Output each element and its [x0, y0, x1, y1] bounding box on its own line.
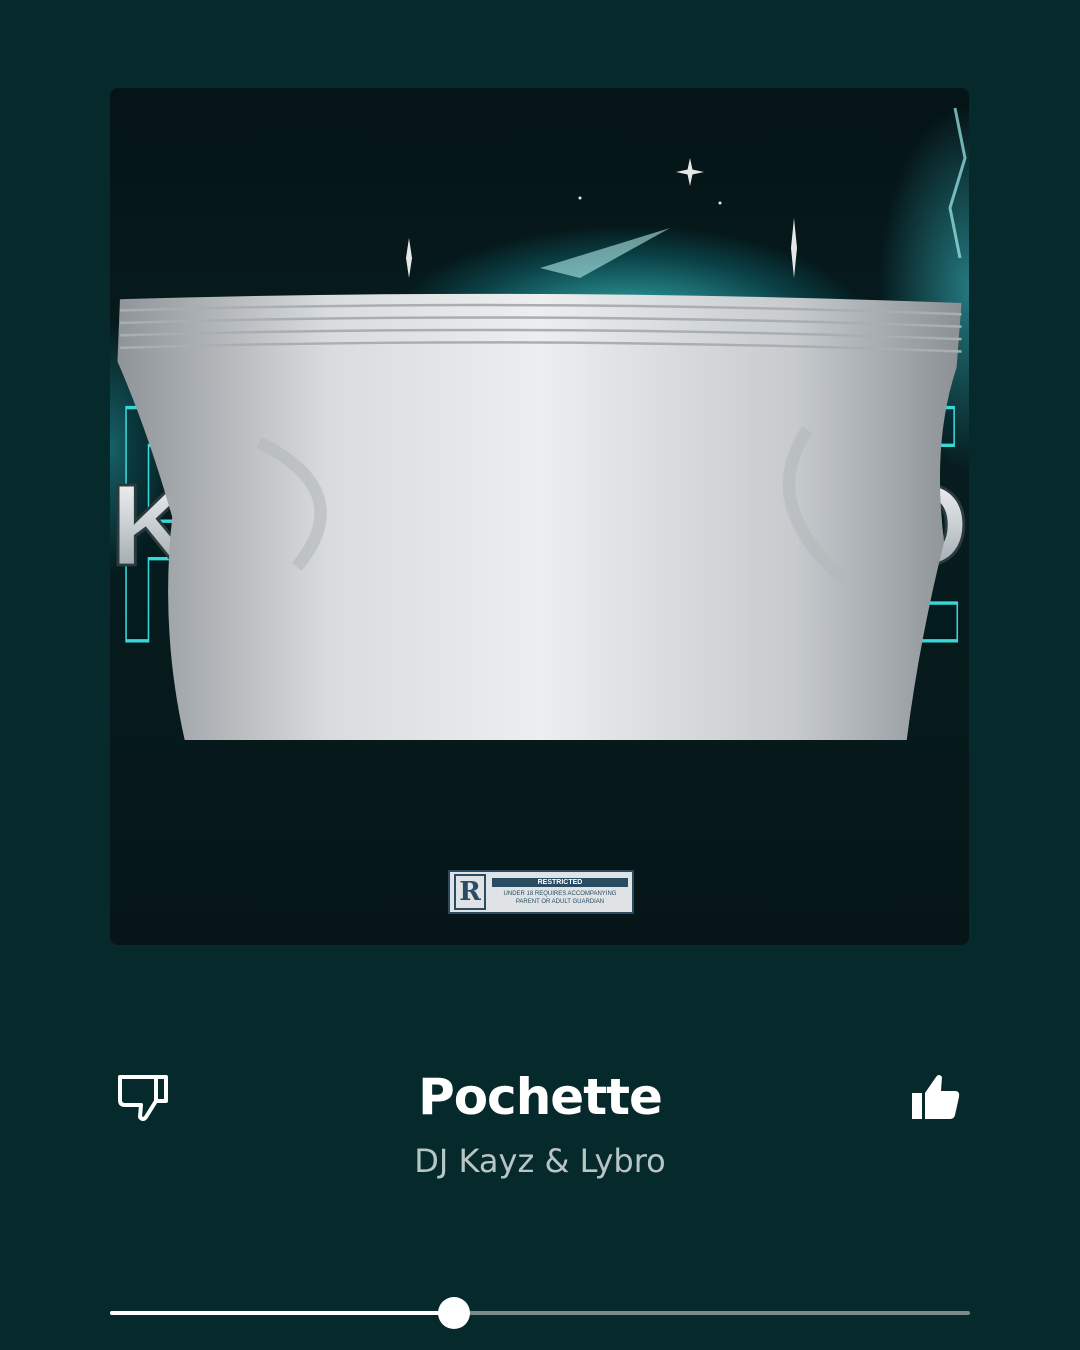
- album-artwork: POCHETTE KAYZ x LYBRO: [110, 88, 969, 945]
- rating-letter: R: [454, 874, 486, 910]
- like-button[interactable]: [904, 1068, 966, 1126]
- seek-thumb[interactable]: [438, 1297, 470, 1329]
- artwork-bag: [117, 293, 962, 740]
- seek-bar[interactable]: [110, 1296, 970, 1330]
- seek-progress-fill: [110, 1311, 454, 1315]
- thumbs-down-icon: [118, 1075, 168, 1121]
- song-title: Pochette: [418, 1068, 663, 1126]
- rating-header: RESTRICTED: [492, 878, 628, 887]
- song-artist[interactable]: DJ Kayz & Lybro: [240, 1142, 840, 1186]
- rating-text: UNDER 18 REQUIRES ACCOMPANYING PARENT OR…: [503, 891, 617, 905]
- parental-advisory-rating: R RESTRICTED UNDER 18 REQUIRES ACCOMPANY…: [448, 870, 634, 914]
- thumbs-up-icon: [912, 1075, 960, 1119]
- dislike-button[interactable]: [112, 1068, 174, 1126]
